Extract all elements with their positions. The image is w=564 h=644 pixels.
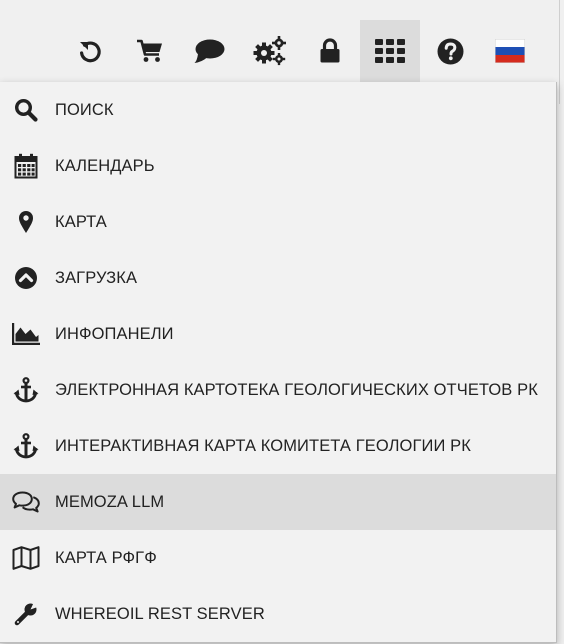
menu-item-upload[interactable]: ЗАГРУЗКА [0,250,556,306]
menu-item-label: WHEREOIL REST SERVER [55,604,265,623]
chat-icon [194,38,226,64]
menu-item-label: MEMOZA LLM [55,492,165,511]
settings-icon [253,36,287,66]
map-marker-icon [12,208,40,236]
menu-item-label: КАРТА [55,212,107,231]
menu-item-calendar[interactable]: КАЛЕНДАРЬ [0,138,556,194]
menu-item-memoza-llm[interactable]: MEMOZA LLM [0,474,556,530]
apps-grid-icon [375,39,405,63]
help-button[interactable] [420,20,480,82]
area-chart-icon [12,320,40,348]
lock-icon [319,38,341,64]
cart-icon [136,38,164,64]
menu-item-label: ЗАГРУЗКА [55,268,138,287]
menu-item-geology-committee-map[interactable]: ИНТЕРАКТИВНАЯ КАРТА КОМИТЕТА ГЕОЛОГИИ РК [0,418,556,474]
anchor-icon [12,376,40,404]
settings-button[interactable] [240,20,300,82]
help-icon [437,38,464,65]
upload-icon [12,264,40,292]
apps-grid-button[interactable] [360,20,420,82]
menu-item-rfgf-map[interactable]: КАРТА РФГФ [0,530,556,586]
cart-button[interactable] [120,20,180,82]
folded-map-icon [12,544,40,572]
menu-item-label: КАЛЕНДАРЬ [55,156,155,175]
menu-item-infopanels[interactable]: ИНФОПАНЕЛИ [0,306,556,362]
menu-item-label: КАРТА РФГФ [55,548,157,567]
menu-item-label: ПОИСК [55,100,114,119]
menu-item-map[interactable]: КАРТА [0,194,556,250]
wrench-icon [12,600,40,628]
comments-icon [12,488,40,516]
menu-item-label: ЭЛЕКТРОННАЯ КАРТОТЕКА ГЕОЛОГИЧЕСКИХ ОТЧЕ… [55,380,538,399]
menu-item-search[interactable]: ПОИСК [0,82,556,138]
menu-item-whereoil-rest-server[interactable]: WHEREOIL REST SERVER [0,586,556,642]
chat-button[interactable] [180,20,240,82]
anchor-icon [12,432,40,460]
calendar-icon [12,152,40,180]
menu-item-geological-reports-catalog[interactable]: ЭЛЕКТРОННАЯ КАРТОТЕКА ГЕОЛОГИЧЕСКИХ ОТЧЕ… [0,362,556,418]
language-button[interactable] [480,20,540,82]
refresh-button[interactable] [60,20,120,82]
apps-dropdown-menu: ПОИСК КАЛЕНДАРЬ КАРТА ЗАГРУЗКА ИНФОПАНЕЛ… [0,82,557,643]
top-toolbar [60,20,540,82]
menu-item-label: ИНТЕРАКТИВНАЯ КАРТА КОМИТЕТА ГЕОЛОГИИ РК [55,436,471,455]
menu-item-label: ИНФОПАНЕЛИ [55,324,174,343]
page-edge-divider [559,0,560,104]
search-icon [12,96,40,124]
lock-button[interactable] [300,20,360,82]
refresh-icon [77,38,103,64]
russian-flag-icon [495,39,525,63]
